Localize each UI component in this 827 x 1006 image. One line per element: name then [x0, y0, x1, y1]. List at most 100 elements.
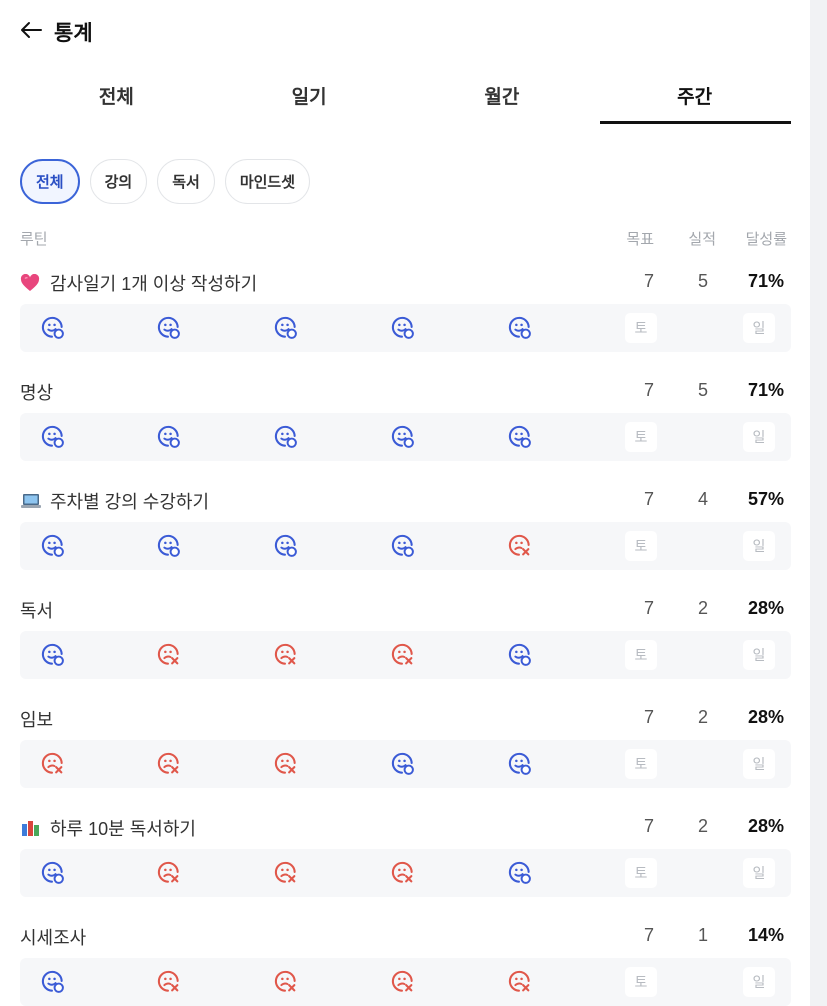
day-off-cell: 토 [621, 740, 661, 788]
day-missed-icon [149, 958, 189, 1006]
laptop-icon [20, 492, 42, 510]
tab-2[interactable]: 월간 [406, 70, 599, 124]
day-done-icon [149, 522, 189, 570]
routine-rate: 28% [747, 707, 784, 727]
routine-rate: 28% [747, 816, 784, 836]
day-label: 일 [743, 531, 775, 561]
day-missed-icon [383, 958, 423, 1006]
routine-name-wrap: 시세조사 [20, 924, 86, 950]
day-done-icon [266, 304, 306, 352]
routine-row[interactable]: 감사일기 1개 이상 작성하기 7 5 71% 토 일 [20, 264, 791, 356]
routine-name-wrap: 주차별 강의 수강하기 [20, 488, 209, 514]
day-label: 일 [743, 422, 775, 452]
routine-name-wrap: 독서 [20, 597, 53, 623]
day-done-icon [500, 631, 540, 679]
routine-actual: 2 [697, 598, 708, 618]
day-off-cell: 토 [621, 958, 661, 1006]
routine-name: 주차별 강의 수강하기 [50, 492, 210, 512]
day-done-icon [383, 740, 423, 788]
routine-name-wrap: 감사일기 1개 이상 작성하기 [20, 270, 257, 296]
routine-rate: 71% [747, 271, 784, 291]
day-off-cell: 토 [621, 413, 661, 461]
routine-actual: 1 [697, 925, 708, 945]
routine-row[interactable]: 임보 7 2 28% 토 일 [20, 700, 791, 792]
routine-actual: 4 [697, 489, 708, 509]
day-missed-icon [149, 631, 189, 679]
routine-summary: 임보 7 2 28% [20, 700, 791, 740]
routine-summary: 하루 10분 독서하기 7 2 28% [20, 809, 791, 849]
day-done-icon [33, 631, 73, 679]
day-done-icon [500, 304, 540, 352]
filter-chip[interactable]: 강의 [89, 159, 148, 204]
day-done-icon [500, 740, 540, 788]
page-title: 통계 [54, 22, 93, 45]
day-off-cell: 일 [739, 304, 779, 352]
day-missed-icon [149, 740, 189, 788]
day-status-track: 토일 [20, 522, 791, 570]
tab-1[interactable]: 일기 [213, 70, 406, 124]
day-done-icon [33, 958, 73, 1006]
day-status-track: 토일 [20, 413, 791, 461]
day-status-track: 토일 [20, 631, 791, 679]
routine-rate: 57% [747, 489, 784, 509]
day-off-cell: 일 [739, 631, 779, 679]
day-missed-icon [383, 631, 423, 679]
routine-row[interactable]: 하루 10분 독서하기 7 2 28% 토 일 [20, 809, 791, 901]
routine-summary: 주차별 강의 수강하기 7 4 57% [20, 482, 791, 522]
column-rate: 달성률 [745, 231, 787, 248]
day-status-track: 토일 [20, 304, 791, 352]
day-done-icon [383, 413, 423, 461]
column-actual: 실적 [688, 231, 716, 248]
routine-goal: 7 [643, 380, 654, 400]
routine-name: 시세조사 [20, 928, 87, 948]
routine-row[interactable]: 주차별 강의 수강하기 7 4 57% 토 일 [20, 482, 791, 574]
routine-row[interactable]: 시세조사 7 1 14% 토 일 [20, 918, 791, 1006]
day-status-track: 토일 [20, 740, 791, 788]
filter-chip[interactable]: 독서 [157, 159, 215, 204]
filter-chip[interactable]: 전체 [20, 159, 80, 204]
day-label: 토 [625, 749, 657, 779]
heart-icon [20, 273, 42, 292]
filter-chip[interactable]: 마인드셋 [224, 159, 311, 204]
day-label: 일 [743, 858, 775, 888]
column-routine: 루틴 [20, 231, 48, 248]
day-done-icon [500, 413, 540, 461]
routine-row[interactable]: 독서 7 2 28% 토 일 [20, 591, 791, 683]
day-status-track: 토일 [20, 958, 791, 1006]
routine-actual: 5 [697, 271, 708, 291]
day-missed-icon [500, 522, 540, 570]
routine-actual: 2 [697, 816, 708, 836]
day-missed-icon [383, 849, 423, 897]
day-label: 일 [743, 749, 775, 779]
day-off-cell: 토 [621, 849, 661, 897]
routine-name-wrap: 임보 [20, 706, 53, 732]
routine-rate: 14% [747, 925, 784, 945]
tab-3[interactable]: 주간 [598, 70, 791, 124]
day-done-icon [149, 304, 189, 352]
day-missed-icon [33, 740, 73, 788]
routine-goal: 7 [643, 598, 654, 618]
routine-goal: 7 [643, 925, 654, 945]
routine-rate: 28% [747, 598, 784, 618]
routine-actual: 5 [697, 380, 708, 400]
day-done-icon [266, 522, 306, 570]
day-done-icon [500, 849, 540, 897]
routine-name: 감사일기 1개 이상 작성하기 [50, 274, 258, 294]
back-button[interactable] [20, 17, 50, 47]
day-done-icon [33, 413, 73, 461]
arrow-left-icon [20, 21, 42, 44]
tab-0[interactable]: 전체 [20, 70, 213, 124]
day-off-cell: 일 [739, 522, 779, 570]
day-missed-icon [266, 958, 306, 1006]
routine-rate: 71% [747, 380, 784, 400]
day-done-icon [33, 522, 73, 570]
header: 통계 [20, 14, 93, 50]
routine-name: 임보 [20, 710, 54, 730]
day-label: 토 [625, 640, 657, 670]
routine-summary: 독서 7 2 28% [20, 591, 791, 631]
routine-actual: 2 [697, 707, 708, 727]
day-done-icon [33, 304, 73, 352]
day-missed-icon [500, 958, 540, 1006]
routine-row[interactable]: 명상 7 5 71% 토 일 [20, 373, 791, 465]
scrollbar[interactable] [810, 0, 827, 1006]
